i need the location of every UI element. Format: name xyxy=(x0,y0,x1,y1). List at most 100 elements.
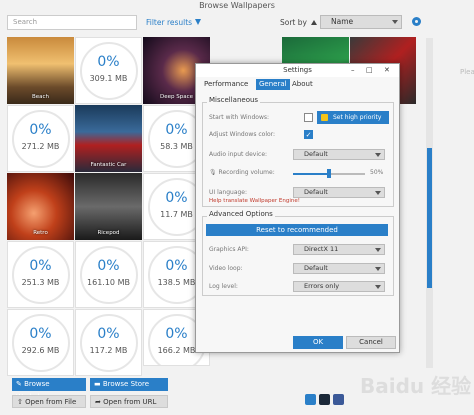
set-high-priority-label: Set high priority xyxy=(333,114,382,121)
filter-results-label: Filter results xyxy=(146,18,193,27)
sort-ascending-icon[interactable] xyxy=(310,20,317,25)
twitter-icon[interactable] xyxy=(305,394,316,405)
steam-icon[interactable] xyxy=(319,394,330,405)
chevron-down-icon xyxy=(392,20,398,24)
open-from-url-button[interactable]: ➦ Open from URL xyxy=(90,395,168,408)
ui-language-select[interactable]: Default xyxy=(293,187,385,198)
graphics-api-select[interactable]: DirectX 11 xyxy=(293,244,385,255)
log-level-select[interactable]: Errors only xyxy=(293,281,385,292)
wallpaper-download-tile[interactable]: 0% 292.6 MB xyxy=(7,309,74,376)
microphone-icon: 🎙 xyxy=(209,169,217,176)
download-percent: 0% xyxy=(29,326,52,342)
open-from-file-button[interactable]: ⇧ Open from File xyxy=(12,395,86,408)
tab-about[interactable]: About xyxy=(289,79,316,90)
ui-language-label: UI language: xyxy=(209,189,248,196)
download-percent: 0% xyxy=(97,54,120,70)
graphics-api-value: DirectX 11 xyxy=(304,245,339,253)
side-hint-text: Plea xyxy=(460,68,474,76)
download-percent: 0% xyxy=(97,326,120,342)
section-title: Miscellaneous xyxy=(207,96,261,104)
audio-input-label: Audio input device: xyxy=(209,151,268,158)
wallpaper-tile[interactable]: Fantastic Car xyxy=(75,105,142,172)
maximize-icon[interactable]: □ xyxy=(366,66,373,74)
progress-ring xyxy=(12,314,70,372)
chevron-down-icon xyxy=(375,248,381,252)
progress-ring xyxy=(80,42,138,100)
start-with-windows-checkbox[interactable] xyxy=(304,113,313,122)
gear-icon[interactable] xyxy=(412,17,421,26)
download-size: 271.2 MB xyxy=(21,142,60,151)
close-icon[interactable]: ✕ xyxy=(384,66,390,74)
audio-input-value: Default xyxy=(304,150,328,158)
wallpaper-download-tile[interactable]: 0% 161.10 MB xyxy=(75,241,142,308)
video-loop-select[interactable]: Default xyxy=(293,263,385,274)
help-translate-link[interactable]: Help translate Wallpaper Engine! xyxy=(209,198,300,204)
progress-ring xyxy=(80,246,138,304)
download-size: 292.6 MB xyxy=(21,346,60,355)
log-level-value: Errors only xyxy=(304,282,340,290)
sort-select[interactable]: Name xyxy=(320,15,402,29)
wallpaper-download-tile[interactable]: 0% 271.2 MB xyxy=(7,105,74,172)
advanced-options-section: Advanced Options Reset to recommended Gr… xyxy=(202,210,394,296)
open-from-file-label: Open from File xyxy=(25,398,77,406)
link-icon: ➦ xyxy=(95,398,101,406)
download-size: 161.10 MB xyxy=(87,278,130,287)
upload-icon: ⇧ xyxy=(17,398,23,406)
reset-label: Reset to recommended xyxy=(256,226,338,234)
progress-ring xyxy=(12,246,70,304)
graphics-api-label: Graphics API: xyxy=(209,246,249,253)
wallpaper-tile[interactable]: Ricepod xyxy=(75,173,142,240)
download-percent: 0% xyxy=(29,258,52,274)
wallpaper-browser-window: Browse Wallpapers Search Filter results … xyxy=(0,0,474,415)
set-high-priority-button[interactable]: Set high priority xyxy=(317,111,389,124)
wrench-icon: ✎ xyxy=(16,380,22,388)
ok-button[interactable]: OK xyxy=(293,336,343,349)
recording-volume-label: 🎙 Recording volume: xyxy=(209,169,275,176)
recording-volume-fill xyxy=(293,173,329,175)
download-percent: 0% xyxy=(97,258,120,274)
recording-volume-knob[interactable] xyxy=(327,169,331,178)
download-size: 251.3 MB xyxy=(21,278,60,287)
start-with-windows-label: Start with Windows: xyxy=(209,114,270,121)
scrollbar-thumb[interactable] xyxy=(427,148,432,288)
sort-select-value: Name xyxy=(331,17,354,26)
window-title: Browse Wallpapers xyxy=(199,1,275,10)
ui-language-value: Default xyxy=(304,188,328,196)
video-loop-label: Video loop: xyxy=(209,265,243,272)
wallpaper-title: Fantastic Car xyxy=(90,162,127,168)
download-size: 309.1 MB xyxy=(89,74,128,83)
chevron-down-icon xyxy=(375,285,381,289)
progress-ring xyxy=(80,314,138,372)
facebook-icon[interactable] xyxy=(333,394,344,405)
sort-by[interactable]: Sort by xyxy=(280,16,317,29)
download-size: 117.2 MB xyxy=(89,346,128,355)
scrollbar[interactable] xyxy=(426,38,433,368)
wallpaper-download-tile[interactable]: 0% 117.2 MB xyxy=(75,309,142,376)
download-percent: 0% xyxy=(29,122,52,138)
open-from-url-label: Open from URL xyxy=(103,398,157,406)
tab-performance[interactable]: Performance xyxy=(201,79,251,90)
miscellaneous-section: Miscellaneous Start with Windows: Set hi… xyxy=(202,96,394,207)
settings-dialog: Settings – □ ✕ Performance General About… xyxy=(195,63,400,353)
wallpaper-download-tile[interactable]: 0% 309.1 MB xyxy=(75,37,142,104)
browse-store-button[interactable]: ▬ Browse Store xyxy=(90,378,168,391)
recording-volume-text: Recording volume: xyxy=(218,169,275,176)
wallpaper-title: Beach xyxy=(31,94,50,100)
wallpaper-tile[interactable]: Retro xyxy=(7,173,74,240)
minimize-icon[interactable]: – xyxy=(351,66,355,74)
watermark: Baidu 经验 xyxy=(360,374,472,398)
audio-input-select[interactable]: Default xyxy=(293,149,385,160)
tab-general[interactable]: General xyxy=(256,79,290,90)
cart-icon: ▬ xyxy=(94,380,101,388)
reset-to-recommended-button[interactable]: Reset to recommended xyxy=(206,224,388,236)
wallpaper-title: Ricepod xyxy=(97,230,120,236)
section-title: Advanced Options xyxy=(207,210,275,218)
search-input[interactable]: Search xyxy=(7,15,137,30)
wallpaper-download-tile[interactable]: 0% 251.3 MB xyxy=(7,241,74,308)
adjust-windows-color-checkbox[interactable]: ✓ xyxy=(304,130,313,139)
log-level-label: Log level: xyxy=(209,283,238,290)
wallpaper-tile[interactable]: Beach xyxy=(7,37,74,104)
cancel-button[interactable]: Cancel xyxy=(346,336,396,349)
browse-workshop-button[interactable]: ✎ Browse Workshop xyxy=(12,378,86,401)
filter-results-link[interactable]: Filter results xyxy=(146,16,202,29)
